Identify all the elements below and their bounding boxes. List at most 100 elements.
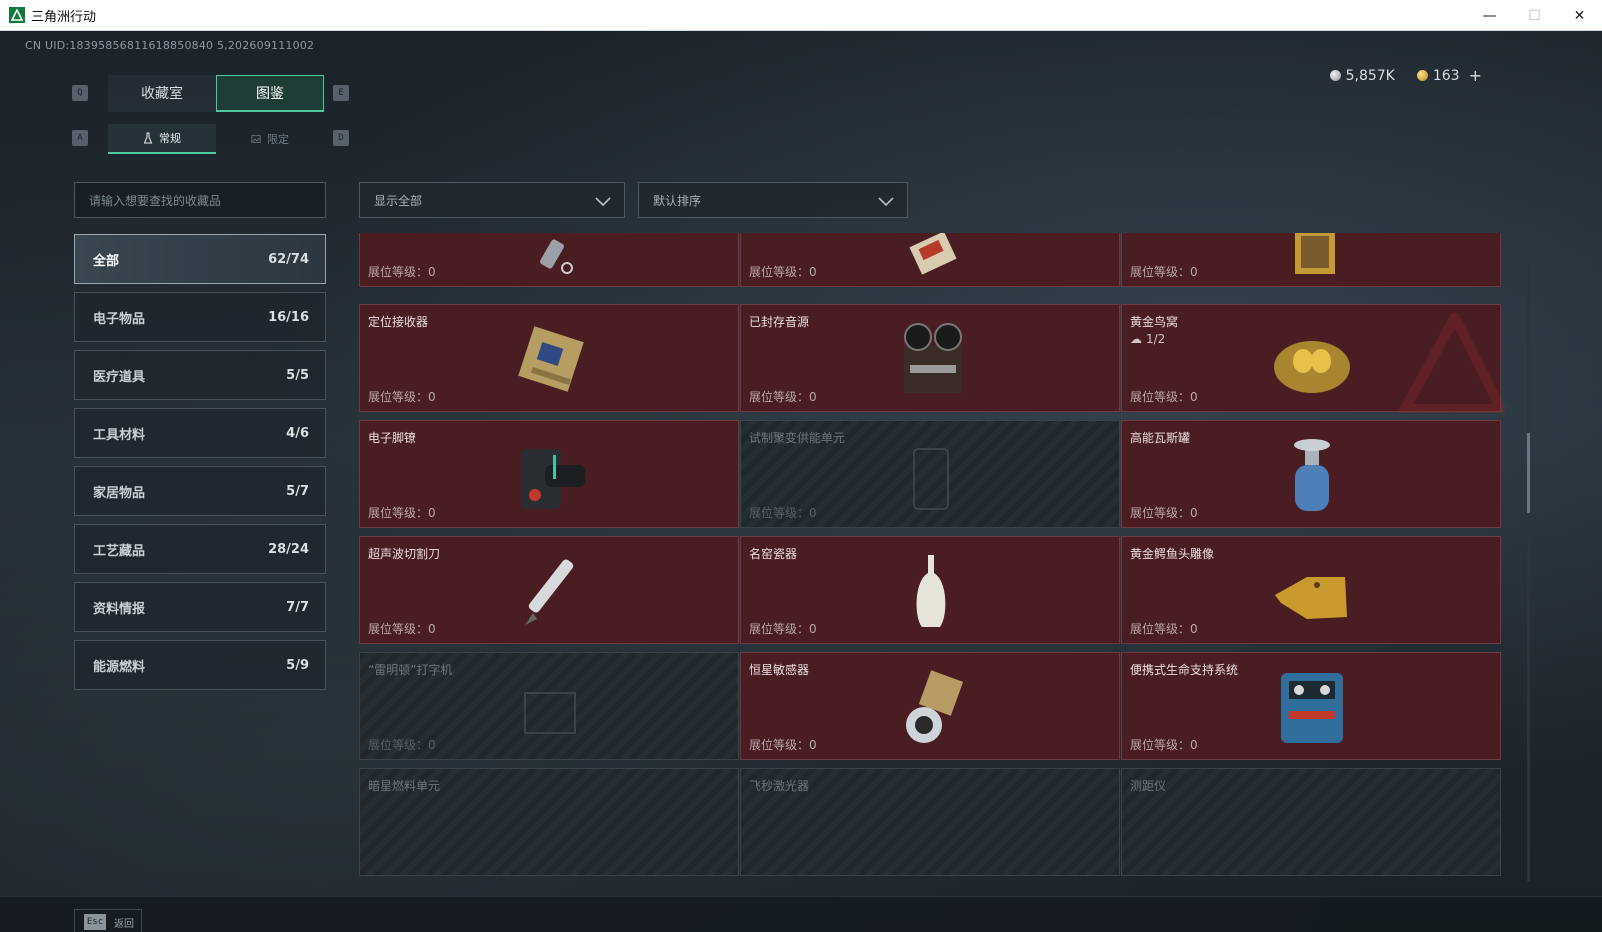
ankle-monitor-icon [505,431,595,517]
category-intel[interactable]: 资料情报 7/7 [74,582,326,632]
search-input[interactable]: 请输入想要查找的收藏品 [74,182,326,218]
category-crafts[interactable]: 工艺藏品 28/24 [74,524,326,574]
collection-card[interactable]: 展位等级：0 [1121,233,1501,287]
collection-card[interactable]: 高能瓦斯罐 展位等级：0 [1121,420,1501,528]
category-all[interactable]: 全部 62/74 [74,234,326,284]
display-level: 展位等级：0 [368,622,436,636]
life-support-icon [1267,663,1357,749]
collection-card-locked[interactable]: 测距仪 [1121,768,1501,876]
typewriter-icon [505,663,595,749]
window-title: 三角洲行动 [31,9,97,25]
subtab-limited[interactable]: 限定 [216,124,324,154]
collection-card-locked[interactable]: 试制聚变供能单元 展位等级：0 [740,420,1120,528]
collection-card[interactable]: 恒星敏感器 展位等级：0 [740,652,1120,760]
currency-bar: 5,857K 163 + [1329,66,1482,85]
grid-scroll-thumb[interactable] [1527,433,1530,513]
category-count: 16/16 [268,309,309,325]
collection-card-locked[interactable]: 飞秒激光器 [740,768,1120,876]
category-label: 工艺藏品 [93,543,146,559]
add-currency-button[interactable]: + [1469,66,1482,85]
key-hint-a: A [72,130,88,146]
display-level: 展位等级：0 [368,506,436,520]
silver-currency: 5,857K [1329,66,1395,85]
grid-scrollbar[interactable] [1527,233,1530,881]
display-level: 展位等级：0 [749,506,817,520]
category-fuel[interactable]: 能源燃料 5/9 [74,640,326,690]
silver-coin-icon [1329,70,1341,81]
category-count: 28/24 [268,541,309,557]
category-tools[interactable]: 工具材料 4/6 [74,408,326,458]
item-name: 高能瓦斯罐 [1130,431,1191,445]
image-icon [251,135,261,143]
collection-card-locked[interactable]: “雷明顿”打字机 展位等级：0 [359,652,739,760]
category-label: 能源燃料 [93,659,146,675]
flask-icon [143,132,153,144]
category-household[interactable]: 家居物品 5/7 [74,466,326,516]
item-name: 测距仪 [1130,779,1167,793]
collection-card-locked[interactable]: 暗星燃料单元 [359,768,739,876]
category-label: 电子物品 [93,311,146,327]
category-count: 5/7 [286,483,309,499]
key-hint-d: D [333,130,349,146]
category-count: 5/5 [286,367,309,383]
item-name: 飞秒激光器 [749,779,810,793]
receiver-icon [505,315,595,401]
display-level: 展位等级：0 [368,738,436,752]
fusion-cell-icon [886,431,976,517]
porcelain-icon [886,547,976,633]
sort-dropdown-value: 默认排序 [653,193,702,208]
flashlight-icon [505,233,595,276]
gold-currency: 163 + [1416,66,1482,85]
esc-key-hint: Esc [84,914,106,930]
display-level: 展位等级：0 [749,622,817,636]
category-label: 工具材料 [93,427,146,443]
display-level: 展位等级：0 [749,265,817,279]
collection-card[interactable]: 名窑瓷器 展位等级：0 [740,536,1120,644]
collection-card[interactable]: 已封存音源 展位等级：0 [740,304,1120,412]
category-electronics[interactable]: 电子物品 16/16 [74,292,326,342]
game-viewport: CN UID:18395856811618850840 5,2026091110… [0,31,1602,932]
app-logo-icon [9,7,25,23]
collection-card[interactable]: 电子脚镣 展位等级：0 [359,420,739,528]
tape-recorder-icon [886,315,976,401]
item-name: 已封存音源 [749,315,810,329]
delta-emblem-icon [1397,313,1505,413]
item-name: 定位接收器 [368,315,429,329]
main-tabs: 收藏室 图鉴 [108,75,324,112]
chevron-down-icon [878,197,894,207]
sub-tabs: 常规 限定 [108,124,324,154]
display-level: 展位等级：0 [1130,622,1198,636]
card-icon [886,233,976,276]
collection-card[interactable]: 黄金鳄鱼头雕像 展位等级：0 [1121,536,1501,644]
minimize-button[interactable]: — [1467,0,1512,31]
maximize-button[interactable]: ☐ [1512,0,1557,31]
sort-dropdown[interactable]: 默认排序 [638,182,908,218]
category-count: 62/74 [268,251,309,267]
category-list: 全部 62/74 电子物品 16/16 医疗道具 5/5 工具材料 4/6 家居… [74,234,326,698]
back-button[interactable]: Esc 返回 [74,909,142,932]
collection-card[interactable]: 展位等级：0 [359,233,739,287]
collection-card[interactable]: 超声波切割刀 展位等级：0 [359,536,739,644]
golden-croc-icon [1267,547,1357,633]
tab-catalog[interactable]: 图鉴 [216,75,324,112]
category-medical[interactable]: 医疗道具 5/5 [74,350,326,400]
collection-card[interactable]: 定位接收器 展位等级：0 [359,304,739,412]
nest-count-icon: ☁ [1130,332,1142,346]
item-name: 黄金鳄鱼头雕像 [1130,547,1215,561]
display-level: 展位等级：0 [749,390,817,404]
subtab-limited-label: 限定 [267,133,289,146]
collection-card[interactable]: 便携式生命支持系统 展位等级：0 [1121,652,1501,760]
collection-grid: 展位等级：0 展位等级：0 展位等级：0 定位接收器 展位等级：0 已封存音源 [359,233,1521,881]
collection-card[interactable]: 展位等级：0 [740,233,1120,287]
subtab-regular[interactable]: 常规 [108,124,216,154]
cutter-icon [505,547,595,633]
tab-collection-room[interactable]: 收藏室 [108,75,216,112]
category-count: 4/6 [286,425,309,441]
category-count: 7/7 [286,599,309,615]
footer-bar: Esc 返回 [0,896,1602,932]
close-button[interactable]: ✕ [1557,0,1602,31]
filter-dropdown-value: 显示全部 [374,193,423,208]
display-level: 展位等级：0 [368,390,436,404]
filter-dropdown[interactable]: 显示全部 [359,182,625,218]
item-name: 名窑瓷器 [749,547,798,561]
